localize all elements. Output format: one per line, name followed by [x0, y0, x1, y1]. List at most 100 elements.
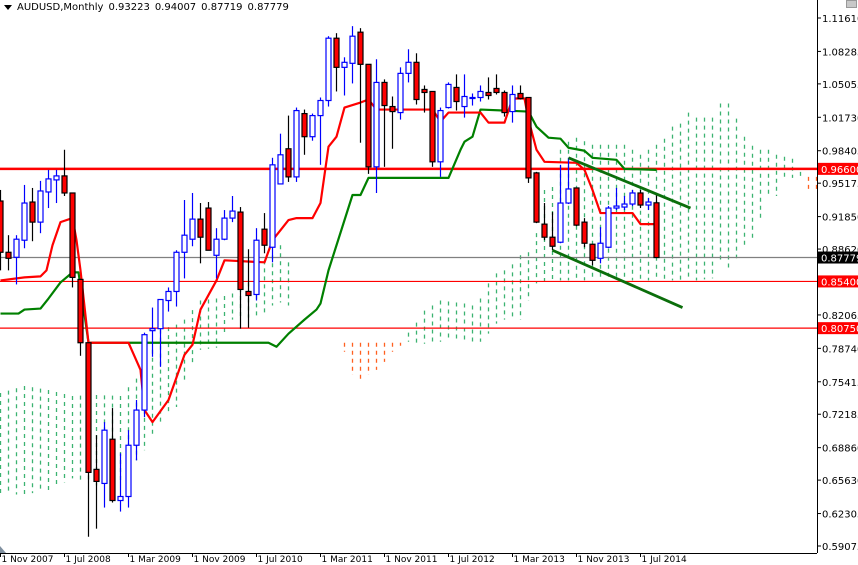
candle-body — [245, 290, 252, 297]
time-tick-label: 1 Mar 2011 — [322, 555, 373, 565]
candle — [437, 107, 444, 177]
candle — [405, 49, 412, 83]
candle-body — [477, 90, 484, 99]
candle-body — [525, 96, 532, 179]
candle — [325, 36, 332, 107]
price-tick-label: 0.95175 — [822, 179, 858, 190]
candle-body — [173, 251, 180, 293]
candle-body — [285, 148, 292, 178]
price-label-support: 0.85400 — [821, 277, 858, 288]
candle — [565, 157, 572, 205]
price-tick-label: 1.08285 — [822, 47, 858, 58]
candle — [197, 203, 204, 264]
time-tick-label: 1 Nov 2013 — [578, 555, 630, 565]
candle-body — [413, 61, 420, 101]
time-tick-label: 1 Nov 2011 — [386, 555, 438, 565]
candle — [653, 194, 660, 259]
candle — [637, 189, 644, 209]
candle — [29, 187, 36, 242]
candle — [645, 198, 652, 211]
candle — [229, 195, 236, 223]
candle-body — [277, 154, 284, 185]
candle-body — [653, 202, 660, 259]
candle-body — [357, 31, 364, 65]
candle — [629, 189, 636, 207]
candle — [69, 192, 76, 288]
chart-window[interactable]: 1.11610 1.08285 1.05055 1.01730 0.98405 0.951… — [0, 0, 858, 565]
candle — [165, 287, 172, 312]
candle — [77, 278, 84, 356]
candle — [53, 169, 60, 204]
price-tick-label: 1.11610 — [822, 14, 858, 25]
chart-title: AUDUSD,Monthly 0.93223 0.94007 0.87719 0… — [4, 2, 289, 13]
candle-body — [269, 164, 276, 248]
window-corner-icon[interactable] — [846, 0, 857, 8]
time-tick-label: 1 Jul 2008 — [66, 555, 111, 565]
candle — [485, 77, 492, 100]
candle-body — [85, 342, 92, 473]
candle — [213, 228, 220, 279]
candle-body — [261, 228, 268, 246]
candle — [501, 90, 508, 117]
candle — [5, 235, 12, 271]
candle — [397, 67, 404, 120]
candle — [221, 210, 228, 241]
candle-body — [581, 221, 588, 244]
candle — [573, 187, 580, 227]
price-tick-label: 0.98405 — [822, 147, 858, 158]
candle — [237, 207, 244, 329]
candle — [349, 26, 356, 84]
candle — [181, 200, 188, 279]
candle — [517, 85, 524, 100]
candle-body — [101, 429, 108, 485]
tenkan-sen-line — [0, 97, 657, 424]
time-tick-label: 1 Mar 2009 — [130, 555, 182, 565]
candle — [101, 422, 108, 508]
candle-body — [613, 205, 620, 209]
time-tick-label: 1 Nov 2009 — [194, 555, 246, 565]
candle-body — [349, 35, 356, 64]
candle-body — [637, 192, 644, 206]
candle-body — [365, 63, 372, 168]
candle-body — [221, 217, 228, 240]
candle-body — [237, 211, 244, 291]
candle-body — [37, 190, 44, 223]
candle — [309, 113, 316, 141]
candle — [581, 218, 588, 248]
candle-body — [573, 187, 580, 226]
price-tick-label: 0.62305 — [822, 510, 858, 521]
price-label-resistance: 0.96600 — [821, 165, 858, 176]
candle-body — [53, 175, 60, 181]
price-chart[interactable]: 1.11610 1.08285 1.05055 1.01730 0.98405 0.951… — [0, 0, 858, 565]
candle-body — [389, 105, 396, 113]
candle-body — [293, 109, 300, 178]
candle-body — [301, 112, 308, 138]
candle-body — [317, 99, 324, 117]
candle — [93, 435, 100, 529]
candle-body — [141, 334, 148, 411]
time-tick-label: 1 Jul 2010 — [258, 555, 303, 565]
candle-body — [77, 278, 84, 344]
candle — [445, 82, 452, 109]
candle-body — [165, 290, 172, 302]
candle-body — [605, 207, 612, 248]
candle-body — [149, 328, 156, 332]
candle-body — [533, 172, 540, 223]
price-tick-label: 0.82065 — [822, 311, 858, 322]
price-tick-label: 1.05055 — [822, 80, 858, 91]
candle — [133, 400, 140, 461]
candle — [269, 157, 276, 263]
price-tick-label: 0.65630 — [822, 476, 858, 487]
candle — [173, 250, 180, 307]
price-label-support: 0.80750 — [821, 324, 858, 335]
time-tick-label: 1 Nov 2007 — [2, 555, 54, 565]
dropdown-triangle-icon[interactable] — [4, 5, 12, 10]
candle-body — [21, 202, 28, 241]
candle-body — [181, 234, 188, 253]
trendline-lower-channel — [551, 248, 684, 309]
candle-body — [45, 178, 52, 193]
candle — [429, 90, 436, 167]
candle — [21, 184, 28, 249]
candle-body — [493, 87, 500, 94]
candle — [13, 235, 20, 285]
